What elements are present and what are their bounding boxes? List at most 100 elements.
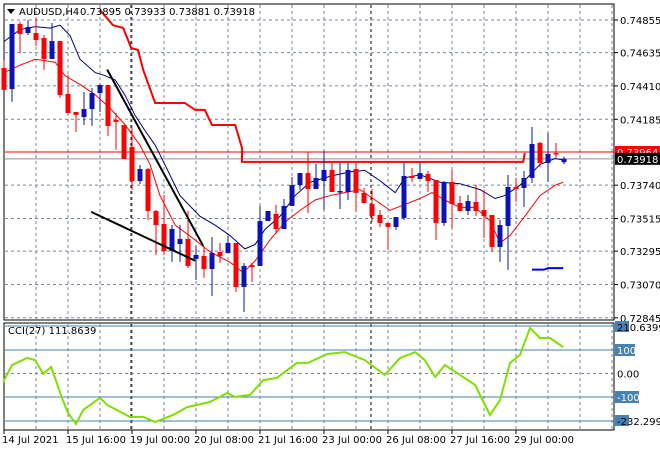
candle bbox=[265, 210, 271, 222]
candle-body bbox=[561, 158, 567, 163]
time-tick-label: 15 Jul 16:00 bbox=[66, 435, 126, 446]
candle-body bbox=[121, 125, 127, 159]
candle-body bbox=[433, 180, 439, 223]
candle-body bbox=[377, 214, 383, 223]
candle-body bbox=[417, 173, 423, 179]
candle-body bbox=[521, 177, 527, 188]
price-tick-label: 0.73070 bbox=[620, 280, 660, 291]
candle-body bbox=[145, 169, 151, 211]
candle-body bbox=[337, 190, 343, 193]
candle-body bbox=[457, 202, 463, 211]
candle-body bbox=[33, 33, 39, 40]
candle bbox=[441, 181, 447, 226]
candle-body bbox=[329, 169, 335, 192]
candle-body bbox=[225, 242, 231, 254]
candle bbox=[57, 41, 63, 98]
candle-body bbox=[273, 213, 279, 230]
metatrader-chart-window: 0.74855 0.74635 0.74410 0.74185 0.73740 0.735… bbox=[0, 0, 660, 450]
time-tick-label: 19 Jul 00:00 bbox=[130, 435, 190, 446]
candle-body bbox=[249, 265, 255, 267]
candle-body bbox=[425, 173, 431, 182]
candle-body bbox=[153, 210, 159, 226]
candle-body bbox=[25, 26, 31, 34]
price-tick-label: 0.73295 bbox=[620, 247, 660, 258]
time-tick-label: 27 Jul 16:00 bbox=[450, 435, 510, 446]
candle-body bbox=[393, 217, 399, 227]
cci-panel-frame bbox=[3, 322, 615, 431]
candle bbox=[121, 125, 127, 159]
candle-body bbox=[529, 144, 535, 178]
candle-body bbox=[513, 186, 519, 190]
candle-body bbox=[9, 24, 15, 90]
candle bbox=[489, 214, 495, 252]
time-tick-label: 20 Jul 08:00 bbox=[194, 435, 254, 446]
candle-body bbox=[201, 256, 207, 270]
candle-body bbox=[185, 238, 191, 266]
candle-body bbox=[489, 214, 495, 247]
candle-body bbox=[241, 265, 247, 287]
candle-body bbox=[321, 169, 327, 182]
cci-level-label: -100 bbox=[617, 393, 640, 404]
time-tick-label: 26 Jul 08:00 bbox=[386, 435, 446, 446]
candle-body bbox=[281, 205, 287, 230]
candle-body bbox=[193, 254, 199, 259]
candle-body bbox=[361, 192, 367, 203]
symbol-label: AUDUSD,H4 bbox=[19, 7, 79, 18]
candle-body bbox=[217, 252, 223, 256]
time-tick-label: 29 Jul 00:00 bbox=[514, 435, 574, 446]
candle-body bbox=[481, 209, 487, 216]
time-tick-label: 21 Jul 16:00 bbox=[258, 435, 318, 446]
price-tick-label: 0.74635 bbox=[620, 49, 660, 60]
price-chart[interactable]: 0.74855 0.74635 0.74410 0.74185 0.73740 0.735… bbox=[0, 0, 660, 450]
candle-body bbox=[409, 176, 415, 178]
candle-body bbox=[353, 169, 359, 193]
candle-body bbox=[497, 225, 503, 247]
candle-body bbox=[289, 185, 295, 206]
candle-body bbox=[97, 85, 103, 94]
price-tick-label: 0.74185 bbox=[620, 115, 660, 126]
candle-body bbox=[105, 85, 111, 126]
candle-body bbox=[129, 146, 135, 182]
candle-body bbox=[473, 201, 479, 211]
current-price-label: 0.73918 bbox=[617, 155, 658, 166]
candle-body bbox=[41, 37, 47, 59]
candle-body bbox=[209, 253, 215, 270]
candle-body bbox=[385, 222, 391, 227]
candle-body bbox=[233, 242, 239, 287]
candle-body bbox=[265, 210, 271, 222]
price-tick-label: 0.74410 bbox=[620, 82, 660, 93]
candle-body bbox=[441, 181, 447, 223]
cci-max-label: 210.6399 bbox=[617, 323, 660, 334]
candle-body bbox=[49, 41, 55, 59]
candle-body bbox=[177, 238, 183, 244]
candle-body bbox=[89, 93, 95, 110]
candle-body bbox=[257, 221, 263, 266]
price-tick-label: 0.73515 bbox=[620, 215, 660, 226]
candle-body bbox=[137, 169, 143, 182]
cci-level-label: 0.00 bbox=[617, 370, 639, 381]
candle-body bbox=[553, 153, 559, 155]
candle-body bbox=[313, 177, 319, 190]
candle-body bbox=[537, 142, 543, 163]
candle-body bbox=[17, 24, 23, 34]
candle-body bbox=[369, 204, 375, 216]
candle-body bbox=[305, 173, 311, 190]
candle-body bbox=[57, 41, 63, 95]
cci-level-label: 100 bbox=[617, 346, 636, 357]
candle-body bbox=[81, 109, 87, 118]
candle-body bbox=[465, 201, 471, 211]
price-tick-label: 0.74855 bbox=[620, 16, 660, 27]
ohlc-values: 0.73895 0.73933 0.73881 0.73918 bbox=[80, 7, 255, 18]
candle-body bbox=[401, 176, 407, 218]
candle-body bbox=[345, 169, 351, 192]
candle-body bbox=[169, 229, 175, 251]
candle-body bbox=[505, 186, 511, 226]
price-tick-label: 0.73740 bbox=[620, 181, 660, 192]
candle-body bbox=[449, 181, 455, 204]
candle-body bbox=[1, 68, 7, 90]
cci-indicator-label: CCI(27) 111.8639 bbox=[8, 326, 96, 337]
candle-body bbox=[297, 173, 303, 186]
candle-body bbox=[545, 153, 551, 163]
time-tick-label: 23 Jul 00:00 bbox=[322, 435, 382, 446]
time-tick-label: 14 Jul 2021 bbox=[2, 435, 59, 446]
